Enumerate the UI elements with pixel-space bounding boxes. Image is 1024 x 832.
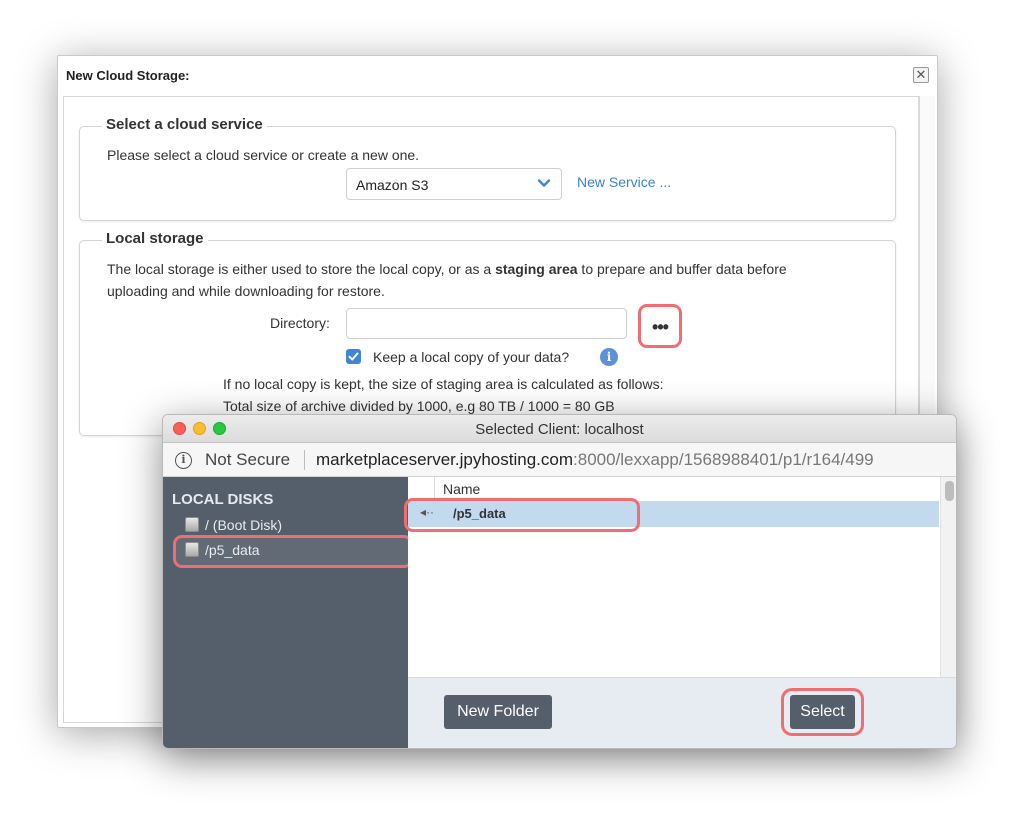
cloud-service-select[interactable]: Amazon S3 <box>346 168 562 200</box>
window-titlebar: Selected Client: localhost <box>163 415 956 443</box>
local-storage-legend: Local storage <box>102 230 208 247</box>
chevron-down-icon <box>537 179 551 187</box>
selected-client-window: Selected Client: localhost i Not Secure … <box>162 414 957 749</box>
desc-bold: staging area <box>495 261 578 277</box>
cloud-service-legend: Select a cloud service <box>102 116 267 133</box>
info-icon[interactable]: i <box>600 348 618 366</box>
directory-label: Directory: <box>270 315 330 331</box>
security-status: Not Secure <box>205 450 291 469</box>
cloud-service-selected: Amazon S3 <box>356 177 429 193</box>
url-divider <box>304 450 305 470</box>
staging-note-line2: Total size of archive divided by 1000, e… <box>223 398 615 414</box>
row-selection-highlight <box>404 498 640 532</box>
window-title: Selected Client: localhost <box>475 421 644 438</box>
browse-button[interactable]: ••• <box>638 304 682 348</box>
local-storage-description-line2: uploading and while downloading for rest… <box>107 283 385 299</box>
file-list-scrollbar[interactable] <box>940 477 956 677</box>
disk-sidebar: LOCAL DISKS / (Boot Disk) /p5_data <box>163 477 413 748</box>
checkmark-icon <box>348 352 359 361</box>
desc-part2: to prepare and buffer data before <box>577 261 787 277</box>
sidebar-item-label: / (Boot Disk) <box>205 517 283 533</box>
keep-local-copy-label: Keep a local copy of your data? <box>373 349 570 365</box>
cloud-service-prompt: Please select a cloud service or create … <box>107 147 420 163</box>
file-list: Name ◂·· /p5_data <box>404 477 956 677</box>
sidebar-item-label: /p5_data <box>205 542 260 558</box>
url-host: marketplaceserver.jpyhosting.com <box>316 450 574 469</box>
new-service-link[interactable]: New Service ... <box>577 174 671 190</box>
scrollbar-thumb[interactable] <box>945 481 954 501</box>
disk-icon <box>185 542 199 557</box>
staging-note-line1: If no local copy is kept, the size of st… <box>223 376 664 392</box>
local-storage-description: The local storage is either used to stor… <box>107 261 787 277</box>
address-bar[interactable]: i Not Secure marketplaceserver.jpyhostin… <box>163 443 956 477</box>
local-disks-heading: LOCAL DISKS <box>172 491 274 508</box>
new-folder-button[interactable]: New Folder <box>444 695 552 729</box>
sidebar-item-p5-data[interactable]: /p5_data <box>185 542 260 558</box>
name-column-header[interactable]: Name <box>443 481 480 497</box>
dialog-title: New Cloud Storage: <box>66 68 190 83</box>
close-icon[interactable]: ✕ <box>913 67 929 83</box>
ellipsis-icon: ••• <box>652 317 669 337</box>
select-button[interactable]: Select <box>790 695 855 729</box>
keep-local-copy-checkbox[interactable] <box>346 349 361 364</box>
desc-part1: The local storage is either used to stor… <box>107 261 496 277</box>
disk-icon <box>185 517 199 532</box>
sidebar-item-boot-disk[interactable]: / (Boot Disk) <box>185 517 282 533</box>
url-path: :8000/lexxapp/1568988401/p1/r164/499 <box>573 450 874 469</box>
window-footer: New Folder Select <box>408 677 956 748</box>
directory-input[interactable] <box>346 308 627 339</box>
site-info-icon[interactable]: i <box>175 452 192 469</box>
url-text[interactable]: marketplaceserver.jpyhosting.com:8000/le… <box>316 450 874 470</box>
